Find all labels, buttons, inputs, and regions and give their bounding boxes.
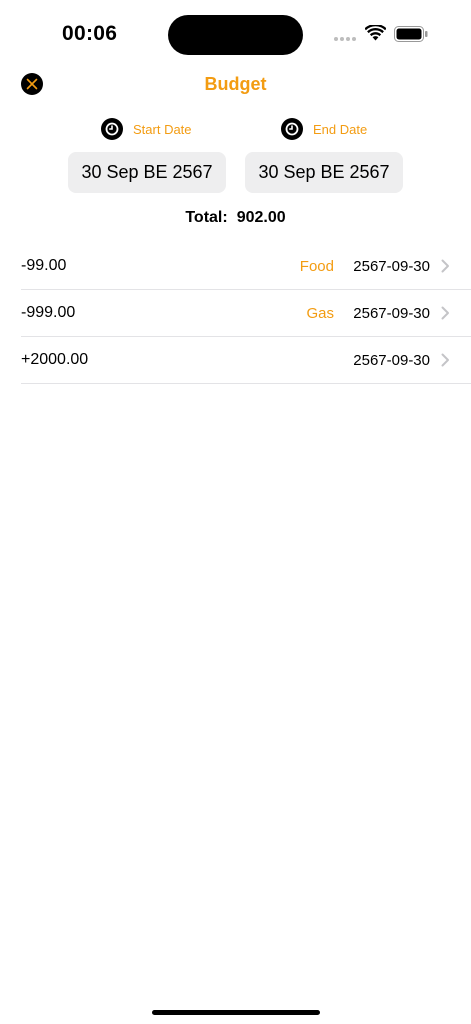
page-title: Budget — [204, 74, 267, 94]
signal-dots-icon — [334, 37, 356, 41]
transaction-date: 2567-09-30 — [353, 305, 430, 322]
start-date-header[interactable]: Start Date — [101, 118, 192, 140]
transaction-date: 2567-09-30 — [353, 352, 430, 369]
wifi-icon — [365, 25, 386, 41]
chevron-right-icon — [441, 259, 449, 273]
table-row[interactable]: -999.00 Gas 2567-09-30 — [21, 290, 471, 337]
total-row: Total: 902.00 — [0, 209, 471, 227]
transaction-amount: -999.00 — [21, 304, 76, 321]
status-bar: 00:06 — [0, 0, 471, 60]
start-date-label: Start Date — [133, 121, 192, 137]
transaction-amount: +2000.00 — [21, 351, 89, 368]
dynamic-island — [168, 15, 303, 55]
status-time: 00:06 — [62, 22, 118, 45]
home-indicator[interactable] — [152, 1010, 320, 1015]
transaction-category: Food — [299, 258, 334, 275]
start-date-picker[interactable]: 30 Sep BE 2567 — [68, 152, 226, 193]
chevron-right-icon — [441, 306, 449, 320]
clock-icon — [281, 118, 303, 140]
end-date-header[interactable]: End Date — [281, 118, 367, 140]
transaction-list: -99.00 Food 2567-09-30 -999.00 Gas 2567-… — [21, 243, 471, 384]
transaction-amount: -99.00 — [21, 257, 67, 274]
end-date-label: End Date — [313, 121, 368, 137]
transaction-category: Gas — [306, 305, 334, 322]
table-row[interactable]: +2000.00 2567-09-30 — [21, 337, 471, 384]
table-row[interactable]: -99.00 Food 2567-09-30 — [21, 243, 471, 290]
chevron-right-icon — [441, 353, 449, 367]
clock-icon — [101, 118, 123, 140]
total-label: Total: — [185, 209, 228, 226]
total-value: 902.00 — [236, 209, 286, 226]
battery-icon — [394, 26, 428, 42]
end-date-picker[interactable]: 30 Sep BE 2567 — [245, 152, 403, 193]
transaction-date: 2567-09-30 — [353, 258, 430, 275]
